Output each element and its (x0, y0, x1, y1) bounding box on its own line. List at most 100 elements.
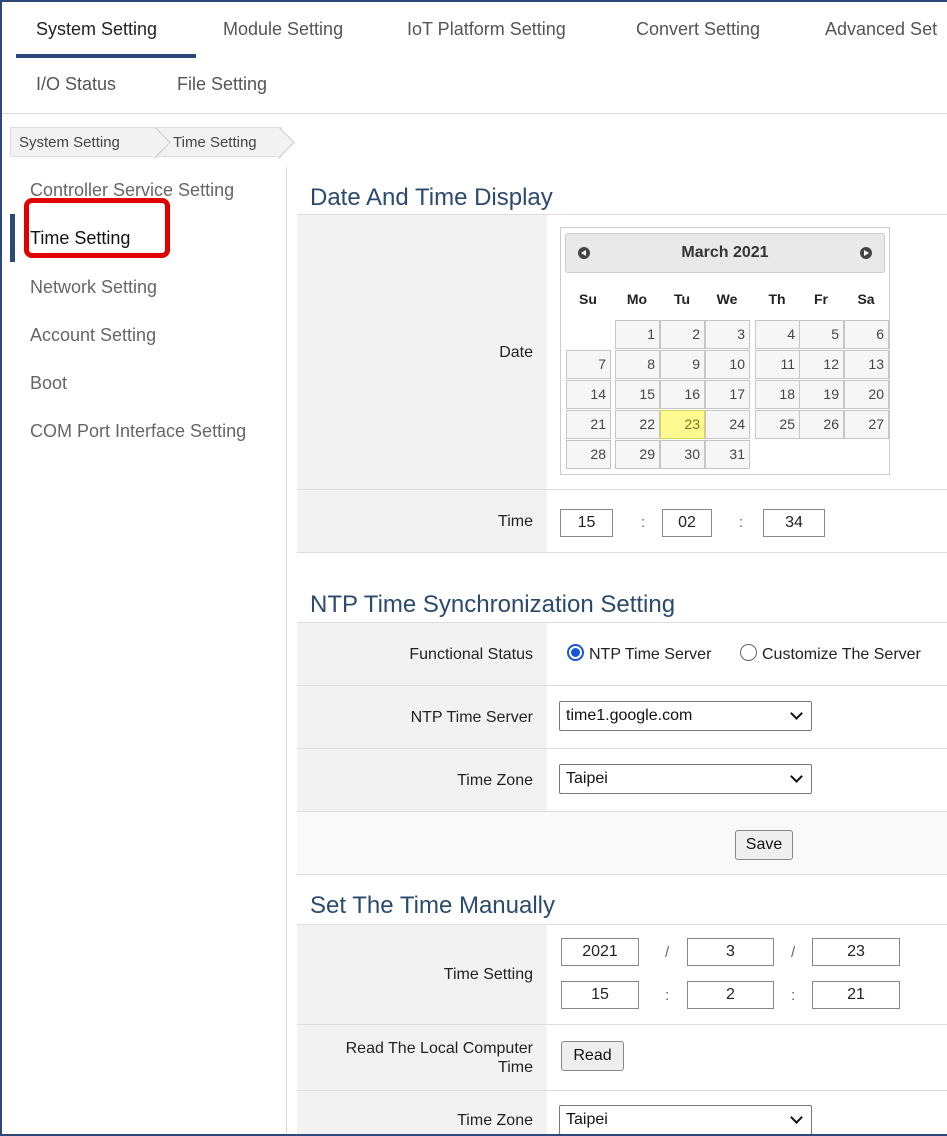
calendar-day[interactable]: 15 (615, 380, 660, 409)
calendar-weekday: We (716, 291, 738, 307)
calendar-day[interactable]: 20 (844, 380, 889, 409)
tab-iot-platform-setting[interactable]: IoT Platform Setting (407, 19, 566, 40)
sidebar-item-time-setting[interactable]: Time Setting (30, 228, 130, 249)
calendar-day[interactable]: 18 (755, 380, 800, 409)
calendar-day[interactable]: 11 (755, 350, 800, 379)
sidebar-item-network-setting[interactable]: Network Setting (30, 277, 157, 298)
display-hour-input[interactable]: 15 (560, 509, 613, 537)
breadcrumb-time-setting[interactable]: Time Setting (156, 127, 282, 157)
calendar-weekday: Su (579, 291, 597, 307)
breadcrumb-system-setting[interactable]: System Setting (10, 127, 158, 157)
ntp-server-value: time1.google.com (566, 707, 693, 724)
manual-hour-input[interactable]: 15 (561, 981, 639, 1009)
custom-server-radio[interactable] (740, 644, 757, 661)
calendar-day[interactable]: 4 (755, 320, 800, 349)
functional-status-label: Functional Status (297, 623, 547, 685)
calendar-day[interactable]: 5 (799, 320, 844, 349)
date-time-display-title: Date And Time Display (310, 184, 553, 211)
save-button[interactable]: Save (735, 830, 793, 860)
manual-second-input[interactable]: 21 (812, 981, 900, 1009)
time-separator: : (739, 514, 744, 531)
display-second-input[interactable]: 34 (763, 509, 825, 537)
calendar-day[interactable]: 9 (660, 350, 705, 379)
ntp-timezone-select[interactable]: Taipei (559, 764, 812, 794)
manual-day-input[interactable]: 23 (812, 938, 900, 966)
calendar-day[interactable]: 6 (844, 320, 889, 349)
manual-year-input[interactable]: 2021 (561, 938, 639, 966)
app-frame: System Setting Module Setting IoT Platfo… (0, 0, 947, 1136)
calendar-day[interactable]: 2 (660, 320, 705, 349)
ntp-save-row (297, 811, 947, 874)
ntp-server-select[interactable]: time1.google.com (559, 701, 812, 731)
manual-section-title: Set The Time Manually (310, 892, 556, 919)
time-separator: : (665, 987, 670, 1004)
manual-time-setting-label: Time Setting (297, 925, 547, 1024)
date-separator: / (791, 944, 796, 961)
chevron-down-icon (790, 707, 803, 720)
time-separator: : (791, 987, 796, 1004)
calendar-month-label: March 2021 (681, 244, 769, 261)
calendar-day[interactable]: 26 (799, 410, 844, 439)
calendar-next-icon[interactable] (860, 247, 872, 259)
calendar-day[interactable]: 30 (660, 440, 705, 469)
time-label: Time (297, 490, 547, 552)
calendar-day[interactable]: 8 (615, 350, 660, 379)
calendar-day[interactable]: 13 (844, 350, 889, 379)
calendar-day-selected[interactable]: 23 (660, 410, 705, 439)
time-separator: : (641, 514, 646, 531)
ntp-server-label: NTP Time Server (297, 686, 547, 748)
ntp-timezone-label: Time Zone (297, 749, 547, 811)
manual-minute-input[interactable]: 2 (687, 981, 774, 1009)
sidebar-item-controller-service-setting[interactable]: Controller Service Setting (30, 180, 234, 201)
tab-system-setting[interactable]: System Setting (36, 19, 157, 40)
sidebar-item-boot[interactable]: Boot (30, 373, 67, 394)
tab-convert-setting[interactable]: Convert Setting (636, 19, 760, 40)
date-label: Date (297, 215, 547, 489)
calendar-day[interactable]: 17 (705, 380, 750, 409)
tab-file-setting[interactable]: File Setting (177, 74, 267, 95)
sidebar (2, 167, 287, 1134)
active-sidebar-indicator (10, 214, 15, 262)
calendar-weekday: Tu (673, 291, 691, 307)
calendar-weekday: Sa (857, 291, 875, 307)
manual-timezone-label: Time Zone (297, 1091, 547, 1134)
manual-timezone-select[interactable]: Taipei (559, 1105, 812, 1134)
calendar-day[interactable]: 25 (755, 410, 800, 439)
breadcrumb: System Setting Time Setting (2, 115, 947, 167)
tab-advanced-setting[interactable]: Advanced Set (825, 19, 937, 40)
ntp-section-title: NTP Time Synchronization Setting (310, 591, 676, 618)
sidebar-item-com-port-interface-setting[interactable]: COM Port Interface Setting (30, 421, 246, 442)
calendar-day[interactable]: 7 (566, 350, 611, 379)
display-minute-input[interactable]: 02 (662, 509, 712, 537)
calendar-widget: March 2021 Su Mo Tu We Th Fr Sa 1 2 3 4 5 6 7 8 9 10 11 1… (560, 227, 890, 475)
time-row: Time (297, 489, 947, 552)
calendar-weekday: Th (768, 291, 786, 307)
read-button[interactable]: Read (561, 1041, 624, 1071)
calendar-day[interactable]: 22 (615, 410, 660, 439)
calendar-header: March 2021 (565, 233, 885, 273)
ntp-server-radio[interactable] (567, 644, 584, 661)
calendar-day[interactable]: 10 (705, 350, 750, 379)
calendar-day[interactable]: 1 (615, 320, 660, 349)
calendar-day[interactable]: 21 (566, 410, 611, 439)
tab-io-status[interactable]: I/O Status (36, 74, 116, 95)
manual-month-input[interactable]: 3 (687, 938, 774, 966)
calendar-weekday: Fr (814, 291, 828, 307)
ntp-server-radio-label: NTP Time Server (589, 646, 712, 663)
calendar-day[interactable]: 28 (566, 440, 611, 469)
calendar-day[interactable]: 3 (705, 320, 750, 349)
tab-module-setting[interactable]: Module Setting (223, 19, 343, 40)
calendar-day[interactable]: 12 (799, 350, 844, 379)
calendar-day[interactable]: 29 (615, 440, 660, 469)
ntp-timezone-value: Taipei (566, 770, 608, 787)
calendar-day[interactable]: 31 (705, 440, 750, 469)
date-separator: / (665, 944, 670, 961)
calendar-day[interactable]: 19 (799, 380, 844, 409)
custom-server-radio-label: Customize The Server (762, 646, 921, 663)
calendar-day[interactable]: 16 (660, 380, 705, 409)
sidebar-item-account-setting[interactable]: Account Setting (30, 325, 156, 346)
calendar-day[interactable]: 27 (844, 410, 889, 439)
manual-timezone-value: Taipei (566, 1111, 608, 1128)
calendar-day[interactable]: 14 (566, 380, 611, 409)
calendar-day[interactable]: 24 (705, 410, 750, 439)
